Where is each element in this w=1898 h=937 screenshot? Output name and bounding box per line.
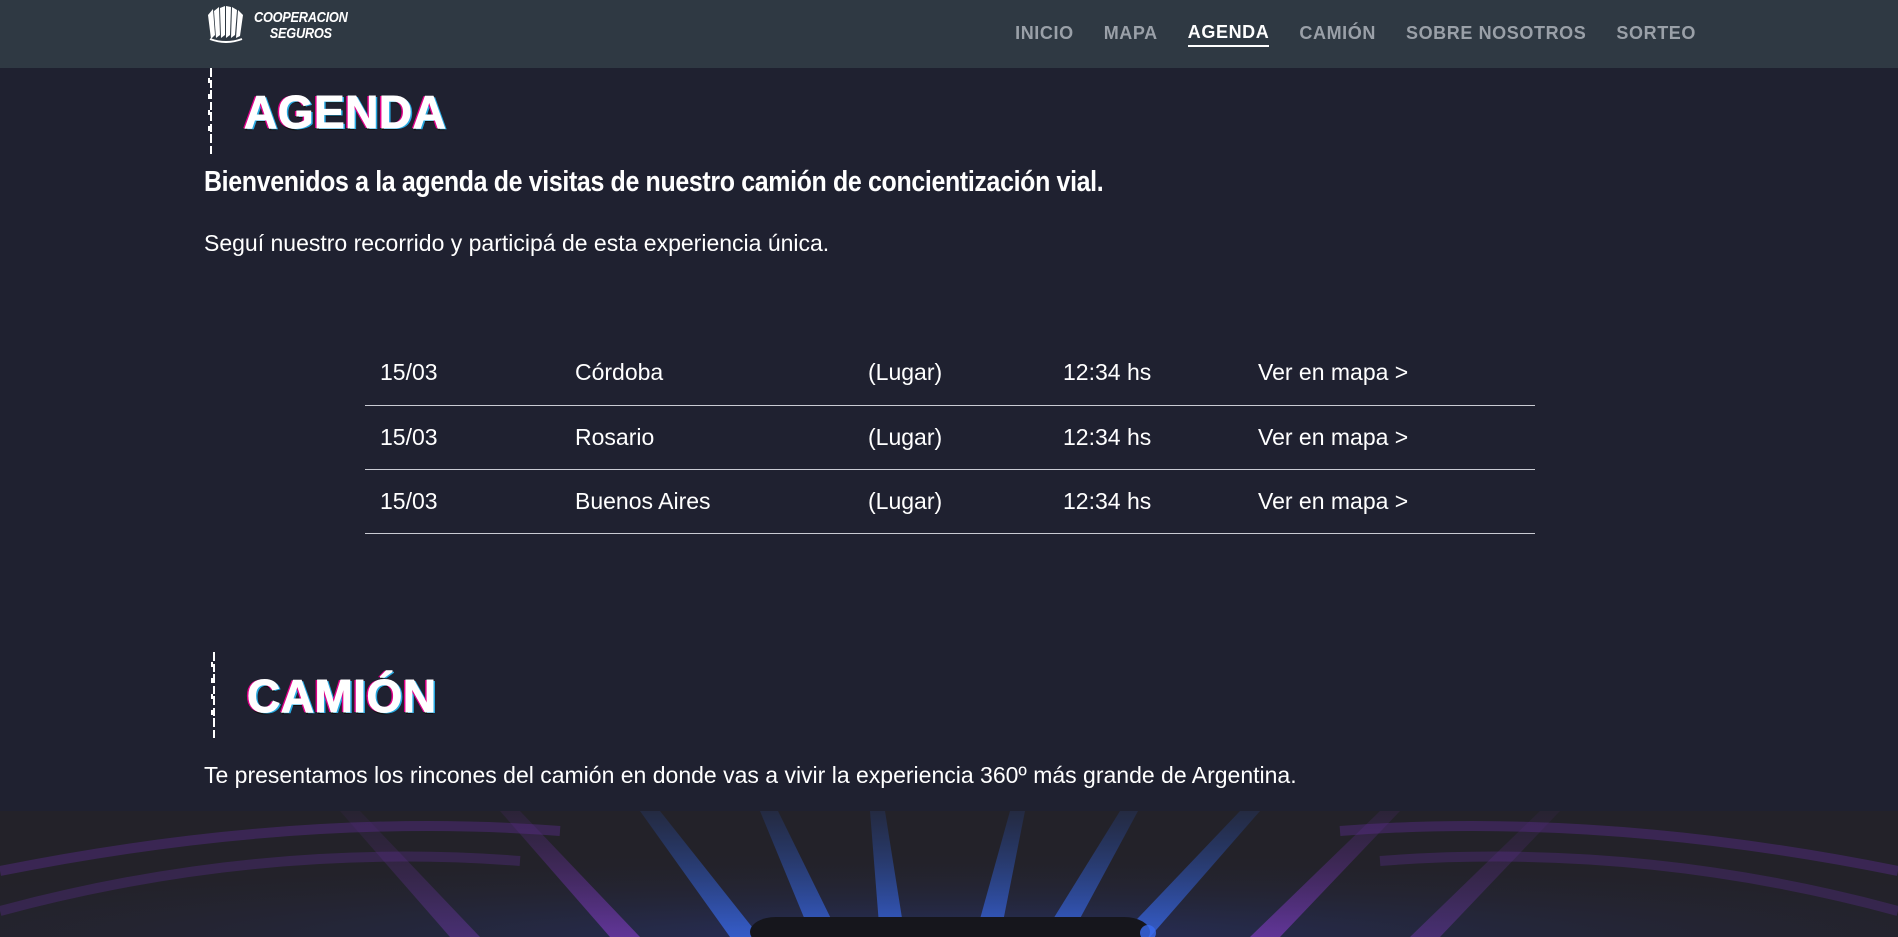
glitch-bar-decoration (208, 68, 214, 156)
row-place: (Lugar) (868, 487, 943, 514)
agenda-subtitle: Seguí nuestro recorrido y participá de e… (204, 230, 830, 256)
main-nav: INICIO MAPA AGENDA CAMIÓN SOBRE NOSOTROS… (1015, 0, 1696, 68)
row-time: 12:34 hs (1063, 359, 1152, 386)
table-row: 15/03 Rosario (Lugar) 12:34 hs Ver en ma… (365, 405, 1535, 469)
row-place: (Lugar) (868, 423, 943, 450)
row-place: (Lugar) (868, 359, 943, 386)
view-on-map-link[interactable]: Ver en mapa > (1243, 469, 1535, 533)
glitch-bar-decoration (211, 652, 217, 740)
row-time: 12:34 hs (1063, 487, 1152, 514)
agenda-table: 15/03 Córdoba (Lugar) 12:34 hs Ver en ma… (365, 341, 1535, 534)
agenda-heading: AGENDA (208, 68, 446, 156)
table-row: 15/03 Buenos Aires (Lugar) 12:34 hs Ver … (365, 469, 1535, 533)
row-time: 12:34 hs (1063, 423, 1152, 450)
row-city: Córdoba (575, 359, 664, 386)
navbar: COOPERACION SEGUROS INICIO MAPA AGENDA C… (0, 0, 1898, 68)
camion-heading: CAMIÓN (211, 652, 437, 740)
row-date: 15/03 (380, 423, 438, 450)
camion-heading-text: CAMIÓN (247, 670, 437, 723)
agenda-title: Bienvenidos a la agenda de visitas de nu… (204, 166, 1104, 198)
brand-name: COOPERACION SEGUROS (254, 9, 348, 42)
row-city: Buenos Aires (575, 487, 711, 514)
nav-mapa[interactable]: MAPA (1104, 23, 1158, 46)
accordion-fan-icon (204, 5, 248, 48)
camion-hero-image (0, 811, 1898, 937)
row-date: 15/03 (380, 359, 438, 386)
view-on-map-link[interactable]: Ver en mapa > (1243, 405, 1535, 469)
nav-inicio[interactable]: INICIO (1015, 23, 1074, 46)
camion-description: Te presentamos los rincones del camión e… (204, 762, 1297, 788)
row-date: 15/03 (380, 487, 438, 514)
table-row: 15/03 Córdoba (Lugar) 12:34 hs Ver en ma… (365, 341, 1535, 405)
row-city: Rosario (575, 423, 655, 450)
nav-agenda[interactable]: AGENDA (1187, 22, 1270, 47)
agenda-heading-text: AGENDA (243, 86, 447, 139)
nav-sobre-nosotros[interactable]: SOBRE NOSOTROS (1406, 23, 1586, 46)
brand-logo[interactable]: COOPERACION SEGUROS (204, 5, 364, 48)
nav-camion[interactable]: CAMIÓN (1299, 23, 1376, 46)
nav-sorteo[interactable]: SORTEO (1616, 23, 1696, 46)
view-on-map-link[interactable]: Ver en mapa > (1243, 341, 1535, 405)
